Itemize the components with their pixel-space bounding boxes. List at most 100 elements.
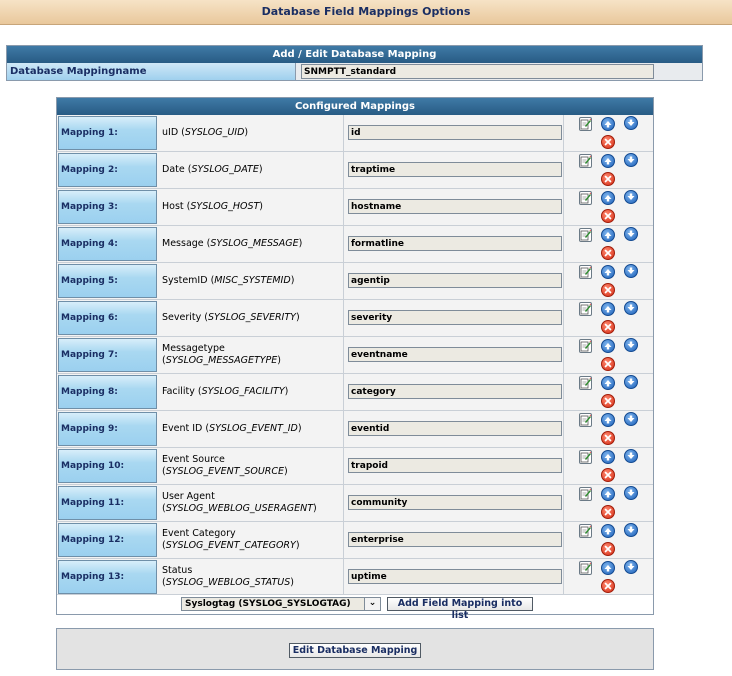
arrow-up-icon[interactable] (601, 265, 615, 279)
arrow-up-icon[interactable] (601, 561, 615, 575)
delete-icon[interactable] (601, 172, 615, 186)
delete-icon[interactable] (601, 246, 615, 260)
mapping-value-cell (344, 374, 564, 410)
mapping-value-input[interactable] (348, 384, 562, 399)
mapping-field: uID (SYSLOG_UID) (158, 115, 344, 151)
mapping-value-input[interactable] (348, 310, 562, 325)
mapping-value-cell (344, 189, 564, 225)
edit-icon[interactable] (579, 191, 592, 205)
arrow-up-icon[interactable] (601, 117, 615, 131)
mapping-field: Severity (SYSLOG_SEVERITY) (158, 300, 344, 336)
mapping-rows: Mapping 1:uID (SYSLOG_UID)Mapping 2:Date… (57, 115, 653, 596)
mapping-label: Mapping 6: (58, 301, 157, 335)
delete-icon[interactable] (601, 320, 615, 334)
mapping-value-input[interactable] (348, 532, 562, 547)
mapping-name-label: Database Mappingname (7, 63, 296, 80)
delete-icon[interactable] (601, 431, 615, 445)
mapping-field-name: Date (162, 164, 185, 175)
arrow-up-icon[interactable] (601, 487, 615, 501)
arrow-down-icon[interactable] (624, 412, 638, 426)
edit-icon[interactable] (579, 450, 592, 464)
arrow-up-icon[interactable] (601, 302, 615, 316)
delete-icon[interactable] (601, 468, 615, 482)
mapping-value-cell (344, 448, 564, 484)
edit-icon[interactable] (579, 339, 592, 353)
edit-icon[interactable] (579, 265, 592, 279)
delete-icon[interactable] (601, 505, 615, 519)
mapping-name-input[interactable] (301, 64, 654, 79)
delete-icon[interactable] (601, 283, 615, 297)
mapping-value-input[interactable] (348, 125, 562, 140)
mapping-actions (564, 115, 653, 151)
mapping-value-input[interactable] (348, 495, 562, 510)
mapping-value-input[interactable] (348, 569, 562, 584)
mapping-value-input[interactable] (348, 273, 562, 288)
delete-icon[interactable] (601, 542, 615, 556)
delete-icon[interactable] (601, 135, 615, 149)
arrow-down-icon[interactable] (624, 523, 638, 537)
add-field-mapping-button[interactable]: Add Field Mapping into list (387, 597, 533, 621)
edit-icon[interactable] (579, 561, 592, 575)
edit-icon[interactable] (579, 487, 592, 501)
mapping-row: Mapping 4: Message (SYSLOG_MESSAGE) (57, 226, 653, 263)
edit-icon[interactable] (579, 154, 592, 168)
edit-icon[interactable] (579, 117, 592, 131)
delete-icon[interactable] (601, 209, 615, 223)
arrow-down-icon[interactable] (624, 190, 638, 204)
arrow-down-icon[interactable] (624, 301, 638, 315)
arrow-down-icon[interactable] (624, 153, 638, 167)
mapping-value-cell (344, 337, 564, 373)
edit-icon[interactable] (579, 228, 592, 242)
configured-mappings-panel: Configured Mappings Mapping 1: uID (SYSLO… (56, 97, 654, 621)
mapping-actions (564, 559, 653, 595)
mapping-field-name: User Agent (162, 491, 215, 502)
mapping-field-name: Messagetype (162, 343, 225, 354)
arrow-up-icon[interactable] (601, 413, 615, 427)
mapping-value-input[interactable] (348, 199, 562, 214)
arrow-down-icon[interactable] (624, 449, 638, 463)
arrow-down-icon[interactable] (624, 116, 638, 130)
mapping-label: Mapping 7: (58, 338, 157, 372)
mapping-value-cell (344, 485, 564, 521)
arrow-down-icon[interactable] (624, 264, 638, 278)
mapping-value-cell (344, 115, 564, 151)
arrow-down-icon[interactable] (624, 338, 638, 352)
delete-icon[interactable] (601, 357, 615, 371)
arrow-up-icon[interactable] (601, 339, 615, 353)
mapping-row: Mapping 7: Messagetype (SYSLOG_MESSAGETYPE… (57, 337, 653, 374)
mapping-value-cell (344, 559, 564, 595)
field-select[interactable]: Syslogtag (SYSLOG_SYSLOGTAG) ⌄ (181, 597, 381, 611)
arrow-up-icon[interactable] (601, 191, 615, 205)
add-mapping-row: Syslogtag (SYSLOG_SYSLOGTAG) ⌄ Add Field… (57, 594, 653, 621)
mapping-label: Mapping 1: (58, 116, 157, 150)
mapping-actions (564, 189, 653, 225)
mapping-field: Host (SYSLOG_HOST) (158, 189, 344, 225)
edit-icon[interactable] (579, 302, 592, 316)
edit-icon[interactable] (579, 413, 592, 427)
arrow-up-icon[interactable] (601, 450, 615, 464)
arrow-down-icon[interactable] (624, 227, 638, 241)
arrow-down-icon[interactable] (624, 560, 638, 574)
edit-database-mapping-button[interactable]: Edit Database Mapping (289, 643, 421, 658)
delete-icon[interactable] (601, 579, 615, 593)
mapping-value-input[interactable] (348, 162, 562, 177)
mapping-field: Event Category (SYSLOG_EVENT_CATEGORY) (158, 522, 344, 558)
mapping-value-input[interactable] (348, 236, 562, 251)
arrow-up-icon[interactable] (601, 154, 615, 168)
mapping-value-input[interactable] (348, 347, 562, 362)
mapping-label: Mapping 8: (58, 375, 157, 409)
arrow-up-icon[interactable] (601, 376, 615, 390)
mapping-row: Mapping 8: Facility (SYSLOG_FACILITY) (57, 374, 653, 411)
mapping-value-input[interactable] (348, 421, 562, 436)
mapping-field: Date (SYSLOG_DATE) (158, 152, 344, 188)
arrow-down-icon[interactable] (624, 375, 638, 389)
arrow-up-icon[interactable] (601, 228, 615, 242)
edit-icon[interactable] (579, 376, 592, 390)
chevron-down-icon[interactable]: ⌄ (364, 597, 381, 611)
mapping-field-var: SYSLOG_WEBLOG_USERAGENT (165, 503, 314, 514)
arrow-up-icon[interactable] (601, 524, 615, 538)
mapping-value-input[interactable] (348, 458, 562, 473)
arrow-down-icon[interactable] (624, 486, 638, 500)
delete-icon[interactable] (601, 394, 615, 408)
edit-icon[interactable] (579, 524, 592, 538)
